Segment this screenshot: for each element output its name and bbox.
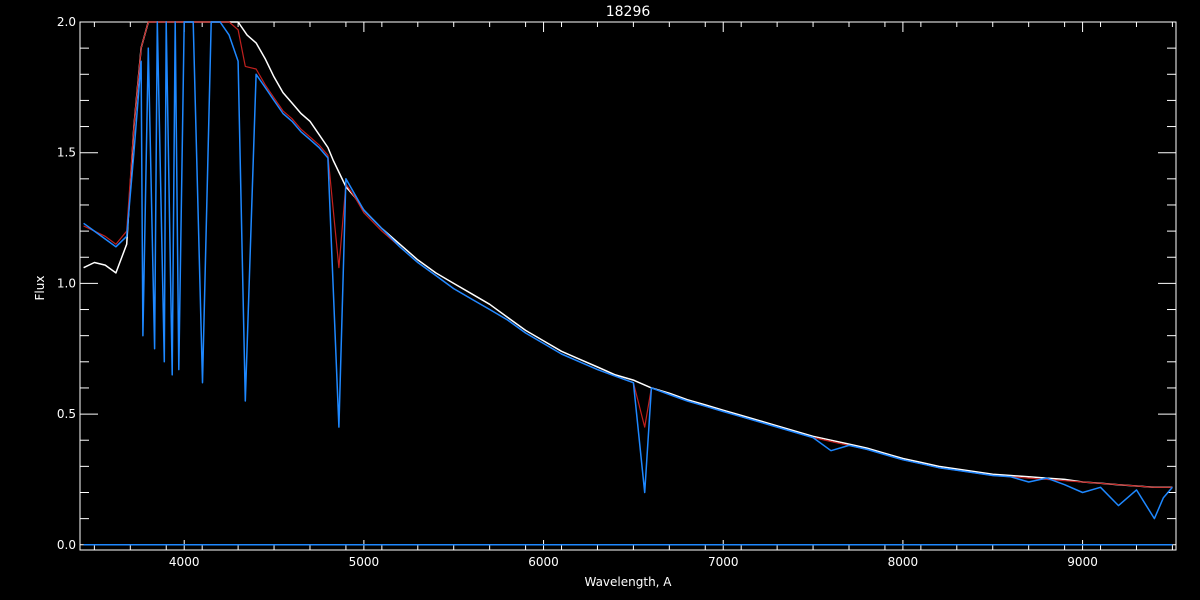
- x-tick-label: 5000: [349, 555, 380, 569]
- x-tick-label: 6000: [528, 555, 559, 569]
- x-tick-label: 8000: [888, 555, 919, 569]
- x-axis-label: Wavelength, A: [584, 575, 672, 589]
- y-tick-label: 0.5: [57, 407, 76, 421]
- spectrum-chart: 4000 5000 6000 7000 8000 90000.00.51.01.52.0 …: [0, 0, 1200, 600]
- x-tick-label: 4000: [169, 555, 200, 569]
- y-tick-label: 0.0: [57, 538, 76, 552]
- y-tick-label: 1.5: [57, 146, 76, 160]
- y-axis-label: Flux: [33, 276, 47, 301]
- x-tick-label: 7000: [708, 555, 739, 569]
- y-tick-label: 1.0: [57, 276, 76, 290]
- y-tick-label: 2.0: [57, 15, 76, 29]
- x-tick-label: 9000: [1067, 555, 1098, 569]
- chart-title: 18296: [606, 4, 651, 20]
